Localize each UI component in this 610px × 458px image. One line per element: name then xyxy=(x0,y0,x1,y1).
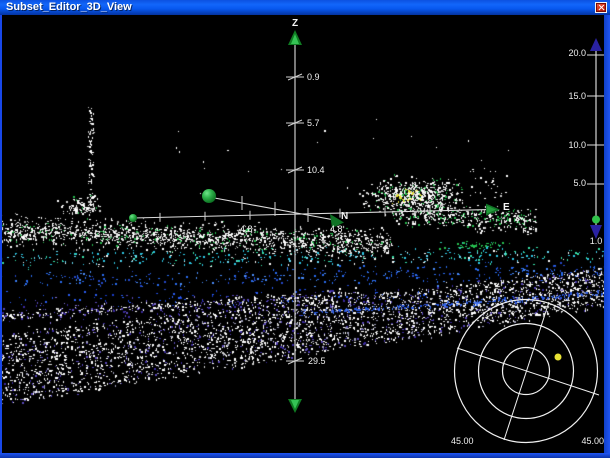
close-button[interactable] xyxy=(595,2,607,13)
window-title: Subset_Editor_3D_View xyxy=(0,0,132,15)
window-border-left xyxy=(0,15,2,458)
window-border-bottom xyxy=(0,453,610,458)
point-cloud-canvas[interactable] xyxy=(0,0,610,458)
title-bar[interactable]: Subset_Editor_3D_View xyxy=(0,0,610,15)
close-icon xyxy=(598,7,604,8)
subset-editor-window: Z 0.9 5.7 10.4 29.5 E 4.8 N 4.8 20.0 15.… xyxy=(0,0,610,458)
window-border-right xyxy=(604,15,610,458)
